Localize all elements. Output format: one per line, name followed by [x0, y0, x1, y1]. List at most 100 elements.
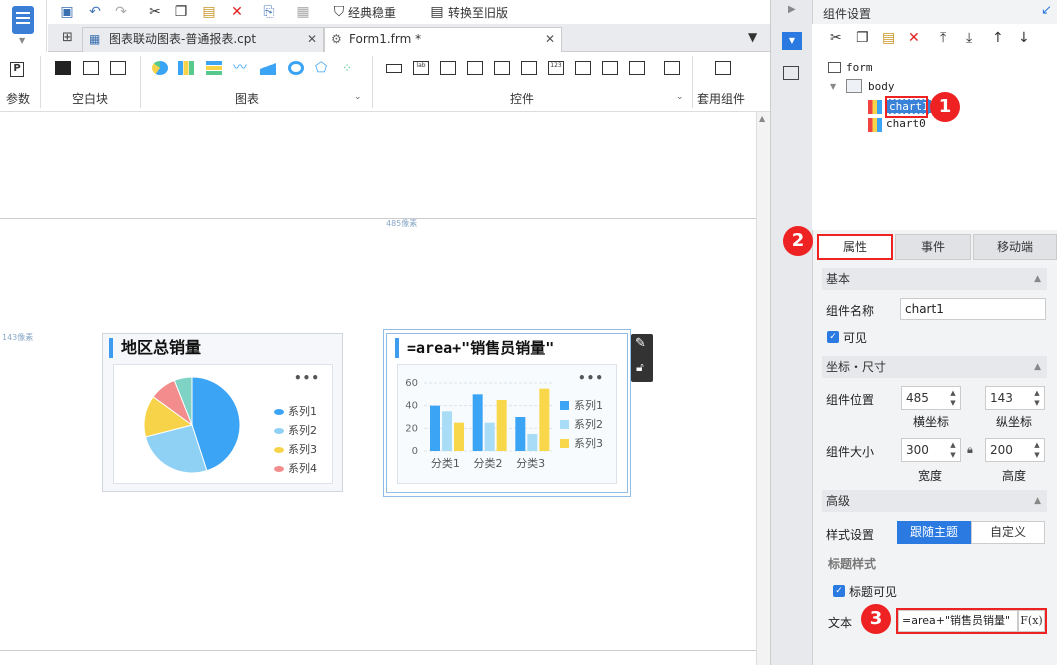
top-toolbar: ▣ ↶ ↷ ✂ ❐ ▤ ✕ ⎘ ▦ ⛉ 经典稳重 ▤ 转换至旧版 [48, 0, 770, 24]
paste-icon[interactable]: ▤ [200, 3, 218, 21]
legend-item: 系列2 [274, 422, 317, 438]
pos-x-value: 485 [906, 391, 929, 405]
pos-x-input[interactable]: 485 ▲ ▼ [901, 386, 961, 410]
close-icon[interactable]: ✕ [545, 28, 555, 50]
expand-icon[interactable]: ▶ [788, 4, 796, 15]
move-top-icon[interactable]: ⤒ [940, 30, 946, 46]
undo-icon[interactable]: ↶ [86, 3, 104, 21]
save-icon[interactable]: ▣ [58, 3, 76, 21]
format-icon[interactable]: ▦ [294, 3, 312, 21]
copy-icon[interactable]: ❐ [172, 3, 190, 21]
move-up-icon[interactable]: ↑ [992, 30, 1004, 46]
app-logo-icon[interactable] [12, 6, 34, 34]
shirt-icon: ⛉ [333, 4, 345, 20]
combobox-widget-icon[interactable] [467, 61, 483, 75]
title-visible-label: 标题可见 [849, 585, 898, 599]
line-chart-icon[interactable]: 〰 [233, 61, 249, 75]
textbox-widget-icon[interactable] [386, 64, 402, 73]
y-guide-label: 143像素 [2, 333, 34, 342]
button-widget-icon[interactable] [440, 61, 456, 75]
radio-widget-icon[interactable] [575, 61, 591, 75]
chevron-down-icon[interactable]: ▼ [830, 82, 836, 91]
horizontal-bar-icon[interactable] [206, 61, 222, 75]
style-custom[interactable]: 自定义 [971, 521, 1045, 544]
tab-form[interactable]: ⚙ Form1.frm * ✕ [324, 27, 562, 52]
block-icon[interactable] [55, 61, 71, 75]
radar-chart-icon[interactable]: ⬠ [315, 61, 331, 75]
move-down-icon[interactable]: ↓ [1018, 30, 1030, 46]
title-visible-checkbox[interactable]: ✓ [833, 585, 845, 597]
classic-theme-button[interactable]: 经典稳重 [348, 4, 396, 21]
copy-icon[interactable]: ❐ [856, 30, 869, 46]
move-bottom-icon[interactable]: ⤓ [966, 30, 972, 46]
template-widget-icon[interactable] [715, 61, 731, 75]
number-widget-icon[interactable]: 123 [548, 61, 564, 75]
name-input[interactable]: chart1 [900, 298, 1046, 320]
design-canvas[interactable]: 485像素 143像素 地区总销量 ••• 系列1 系列2 系列3 系列4 =area… [0, 112, 756, 665]
selection-frame[interactable] [383, 329, 631, 497]
chevron-down-icon[interactable]: ⌄ [354, 92, 362, 102]
vertical-scrollbar[interactable]: ▲ [756, 112, 770, 665]
lock-icon[interactable]: 🔓︎ [636, 360, 644, 375]
bar-chart-icon[interactable] [178, 61, 194, 75]
tree-node-form[interactable]: form [846, 61, 873, 74]
paste-icon[interactable]: ▤ [882, 30, 895, 46]
stepper-icon[interactable]: ▲ ▼ [947, 388, 959, 408]
stepper-icon[interactable]: ▲ ▼ [1031, 388, 1043, 408]
form-icon: ⚙ [331, 32, 342, 46]
app-menu[interactable]: ▼ [0, 0, 47, 52]
tab-menu-icon[interactable]: ▼ [748, 30, 757, 44]
tab-report[interactable]: ▦ 图表联动图表-普通报表.cpt ✕ [82, 27, 324, 52]
chevron-down-icon[interactable]: ▼ [19, 36, 25, 45]
lock-ratio-icon[interactable]: 🔒︎ [967, 443, 973, 457]
split-block-icon[interactable] [83, 61, 99, 75]
more-icon[interactable]: ••• [294, 371, 320, 385]
edit-icon[interactable]: ✎ [635, 336, 646, 351]
panel-title: 组件设置 [823, 7, 872, 21]
list-widget-icon[interactable] [494, 61, 510, 75]
section-coords-label: 坐标・尺寸 [826, 360, 887, 374]
height-input[interactable]: 200 ▲ ▼ [985, 438, 1045, 462]
layout-icon[interactable] [783, 66, 799, 80]
parameter-icon[interactable]: P [10, 62, 24, 77]
pos-y-input[interactable]: 143 ▲ ▼ [985, 386, 1045, 410]
tree-node-chart0[interactable]: chart0 [886, 117, 926, 130]
visible-checkbox[interactable]: ✓ [827, 331, 839, 343]
date-widget-icon[interactable] [521, 61, 537, 75]
tree-node-body[interactable]: body [868, 80, 895, 93]
chart-node-icon [868, 100, 882, 114]
tab-report-label: 图表联动图表-普通报表.cpt [109, 32, 257, 46]
collapse-icon[interactable]: ↙ [1041, 3, 1052, 18]
chart0-widget[interactable]: 地区总销量 ••• 系列1 系列2 系列3 系列4 [102, 333, 343, 492]
preview-icon[interactable]: ⎘ [260, 3, 278, 21]
chevron-down-icon[interactable]: ⌄ [676, 92, 684, 102]
tab-mobile[interactable]: 移动端 [973, 234, 1057, 260]
step-badge-1: 1 [930, 92, 960, 122]
section-basic[interactable]: 基本 ▲ [822, 268, 1047, 290]
redo-icon[interactable]: ↷ [112, 3, 130, 21]
checkbox-group-icon[interactable] [602, 61, 618, 75]
pie-chart-icon[interactable] [152, 61, 168, 75]
stepper-icon[interactable]: ▲ ▼ [1031, 440, 1043, 460]
search-widget-icon[interactable] [664, 61, 680, 75]
stepper-icon[interactable]: ▲ ▼ [947, 440, 959, 460]
delete-icon[interactable]: ✕ [228, 3, 246, 21]
cut-icon[interactable]: ✂ [146, 3, 164, 21]
section-coords[interactable]: 坐标・尺寸 ▲ [822, 356, 1047, 378]
close-icon[interactable]: ✕ [307, 28, 317, 50]
checkbox-widget-icon[interactable] [629, 61, 645, 75]
switch-old-button[interactable]: 转换至旧版 [448, 4, 508, 21]
area-chart-icon[interactable] [260, 61, 276, 75]
style-follow-theme[interactable]: 跟随主题 [897, 521, 971, 544]
cut-icon[interactable]: ✂ [830, 30, 842, 46]
scatter-chart-icon[interactable]: ⁘ [342, 61, 358, 75]
width-input[interactable]: 300 ▲ ▼ [901, 438, 961, 462]
component-settings-icon[interactable]: ▼ [782, 32, 802, 50]
label-widget-icon[interactable]: lab [413, 61, 429, 75]
gauge-chart-icon[interactable] [288, 61, 304, 75]
delete-icon[interactable]: ✕ [908, 30, 920, 46]
section-advanced[interactable]: 高级 ▲ [822, 490, 1047, 512]
scroll-up-icon[interactable]: ▲ [759, 114, 765, 123]
table-block-icon[interactable] [110, 61, 126, 75]
tab-events[interactable]: 事件 [895, 234, 971, 260]
